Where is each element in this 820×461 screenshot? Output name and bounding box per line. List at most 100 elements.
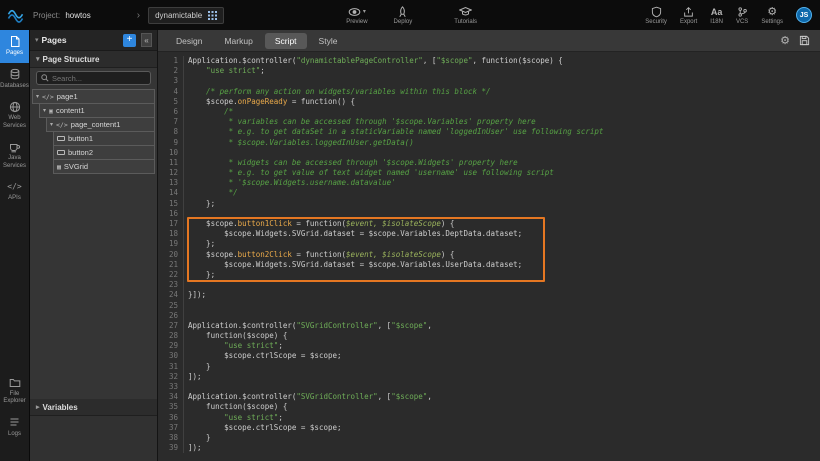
code-line[interactable]: 23 bbox=[158, 280, 820, 290]
code-line[interactable]: 2 "use strict"; bbox=[158, 66, 820, 76]
deploy-button[interactable]: Deploy bbox=[394, 6, 413, 25]
code-line[interactable]: 3 bbox=[158, 76, 820, 86]
code-line[interactable]: 32]); bbox=[158, 372, 820, 382]
code-text: }]); bbox=[184, 290, 206, 300]
code-line[interactable]: 29 "use strict"; bbox=[158, 341, 820, 351]
code-text bbox=[184, 280, 188, 290]
line-number: 3 bbox=[158, 76, 184, 86]
chevron-down-icon[interactable]: ▾ bbox=[50, 121, 53, 128]
add-page-button[interactable]: + bbox=[123, 34, 136, 47]
code-line[interactable]: 1Application.$controller("dynamictablePa… bbox=[158, 56, 820, 66]
tree-item-page1[interactable]: ▾</>page1 bbox=[32, 89, 155, 104]
code-line[interactable]: 15 }; bbox=[158, 199, 820, 209]
preview-button[interactable]: ▾ Preview bbox=[346, 6, 367, 25]
tree-item-page_content1[interactable]: ▾</>page_content1 bbox=[46, 117, 155, 132]
code-editor[interactable]: 1Application.$controller("dynamictablePa… bbox=[158, 52, 820, 461]
rail-item-label: Java Services bbox=[1, 155, 28, 170]
code-line[interactable]: 35 function($scope) { bbox=[158, 402, 820, 412]
wavemaker-logo-icon[interactable] bbox=[7, 8, 24, 23]
code-line[interactable]: 28 function($scope) { bbox=[158, 331, 820, 341]
code-line[interactable]: 22 }; bbox=[158, 270, 820, 280]
code-text: $scope.Widgets.SVGrid.dataset = $scope.V… bbox=[184, 229, 522, 239]
settings-button[interactable]: ⚙ Settings bbox=[761, 6, 783, 25]
tab-script[interactable]: Script bbox=[265, 33, 307, 49]
project-name[interactable]: howtos bbox=[65, 11, 90, 20]
tree-item-content1[interactable]: ▾▣content1 bbox=[39, 103, 155, 118]
code-line[interactable]: 13 * '$scope.Widgets.username.datavalue' bbox=[158, 178, 820, 188]
code-line[interactable]: 21 $scope.Widgets.SVGrid.dataset = $scop… bbox=[158, 260, 820, 270]
code-line[interactable]: 27Application.$controller("SVGridControl… bbox=[158, 321, 820, 331]
tree-item-button1[interactable]: button1 bbox=[53, 131, 155, 146]
variables-title: Variables bbox=[43, 403, 78, 412]
rail-item-pages[interactable]: Pages bbox=[0, 30, 29, 63]
rail-item-apis[interactable]: </>APIs bbox=[0, 175, 29, 208]
rail-item-logs[interactable]: Logs bbox=[0, 411, 29, 444]
code-line[interactable]: 18 $scope.Widgets.SVGrid.dataset = $scop… bbox=[158, 229, 820, 239]
tab-markup[interactable]: Markup bbox=[214, 33, 262, 49]
tab-style[interactable]: Style bbox=[309, 33, 348, 49]
code-line[interactable]: 37 $scope.ctrlScope = $scope; bbox=[158, 423, 820, 433]
code-line[interactable]: 19 }; bbox=[158, 239, 820, 249]
variables-header[interactable]: ▸ Variables bbox=[30, 399, 157, 416]
rail-item-java-services[interactable]: Java Services bbox=[0, 135, 29, 175]
shield-icon bbox=[651, 6, 662, 18]
line-number: 32 bbox=[158, 372, 184, 382]
code-line[interactable]: 12 * e.g. to get value of text widget na… bbox=[158, 168, 820, 178]
pages-panel-header[interactable]: ▾ Pages + « bbox=[30, 30, 157, 51]
search-box[interactable] bbox=[36, 71, 151, 85]
code-line[interactable]: 24}]); bbox=[158, 290, 820, 300]
code-line[interactable]: 26 bbox=[158, 311, 820, 321]
code-text: $scope.ctrlScope = $scope; bbox=[184, 423, 342, 433]
collapse-panel-button[interactable]: « bbox=[141, 33, 152, 47]
page-selector-dropdown[interactable]: dynamictable bbox=[148, 7, 224, 24]
rail-item-web-services[interactable]: Web Services bbox=[0, 95, 29, 135]
line-number: 24 bbox=[158, 290, 184, 300]
globe-icon bbox=[9, 100, 21, 113]
search-input[interactable] bbox=[52, 74, 146, 83]
logs-icon bbox=[9, 416, 20, 429]
code-line[interactable]: 8 * e.g. to get dataSet in a staticVaria… bbox=[158, 127, 820, 137]
code-line[interactable]: 11 * widgets can be accessed through '$s… bbox=[158, 158, 820, 168]
code-line[interactable]: 34Application.$controller("SVGridControl… bbox=[158, 392, 820, 402]
editor-settings-gear-icon[interactable]: ⚙ bbox=[780, 35, 790, 47]
translate-icon: Aa bbox=[711, 6, 723, 18]
page-structure-title: Page Structure bbox=[43, 55, 100, 64]
code-line[interactable]: 16 bbox=[158, 209, 820, 219]
code-line[interactable]: 14 */ bbox=[158, 188, 820, 198]
tree-item-svgrid[interactable]: ▦SVGrid bbox=[53, 159, 155, 174]
user-avatar[interactable]: JS bbox=[796, 7, 812, 23]
code-line[interactable]: 36 "use strict"; bbox=[158, 413, 820, 423]
code-line[interactable]: 10 bbox=[158, 148, 820, 158]
pages-panel-title: Pages bbox=[42, 35, 123, 45]
code-text: } bbox=[184, 433, 211, 443]
code-line[interactable]: 6 /* bbox=[158, 107, 820, 117]
code-line[interactable]: 9 * $scope.Variables.loggedInUser.getDat… bbox=[158, 138, 820, 148]
grid-icon: ▦ bbox=[57, 163, 61, 171]
code-line[interactable]: 25 bbox=[158, 301, 820, 311]
chevron-down-icon[interactable]: ▾ bbox=[363, 8, 366, 15]
tab-design[interactable]: Design bbox=[166, 33, 212, 49]
code-line[interactable]: 20 $scope.button2Click = function($event… bbox=[158, 250, 820, 260]
code-line[interactable]: 38 } bbox=[158, 433, 820, 443]
save-icon[interactable] bbox=[799, 35, 810, 46]
export-button[interactable]: Export bbox=[680, 6, 697, 25]
code-line[interactable]: 4 /* perform any action on widgets/varia… bbox=[158, 87, 820, 97]
code-line[interactable]: 30 $scope.ctrlScope = $scope; bbox=[158, 351, 820, 361]
security-button[interactable]: Security bbox=[645, 6, 667, 25]
i18n-button[interactable]: Aa I18N bbox=[710, 6, 723, 25]
rail-item-file-explorer[interactable]: File Explorer bbox=[0, 371, 29, 411]
code-line[interactable]: 39]); bbox=[158, 443, 820, 453]
tutorials-button[interactable]: Tutorials bbox=[454, 6, 477, 25]
code-line[interactable]: 7 * variables can be accessed through '$… bbox=[158, 117, 820, 127]
line-number: 19 bbox=[158, 239, 184, 249]
page-structure-header[interactable]: ▾ Page Structure bbox=[30, 51, 157, 68]
chevron-down-icon[interactable]: ▾ bbox=[36, 93, 39, 100]
code-line[interactable]: 31 } bbox=[158, 362, 820, 372]
tree-item-button2[interactable]: button2 bbox=[53, 145, 155, 160]
code-line[interactable]: 33 bbox=[158, 382, 820, 392]
code-line[interactable]: 17 $scope.button1Click = function($event… bbox=[158, 219, 820, 229]
code-line[interactable]: 5 $scope.onPageReady = function() { bbox=[158, 97, 820, 107]
chevron-down-icon[interactable]: ▾ bbox=[43, 107, 46, 114]
rail-item-databases[interactable]: Databases bbox=[0, 63, 29, 96]
vcs-button[interactable]: VCS bbox=[736, 6, 748, 25]
